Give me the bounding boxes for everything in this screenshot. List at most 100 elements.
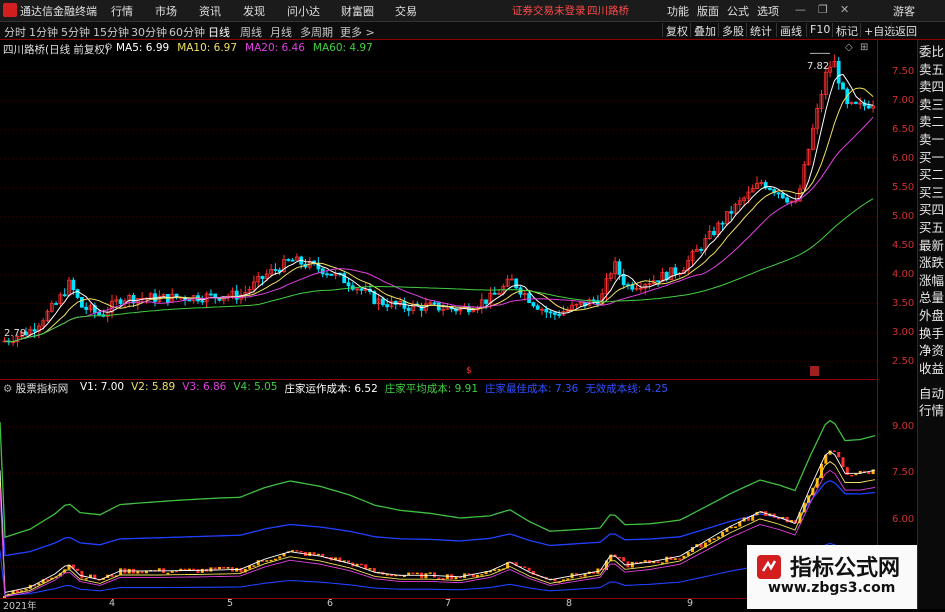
candlestick-chart[interactable]: $ bbox=[0, 40, 877, 380]
main-y-tick-3: 6.00 bbox=[892, 152, 915, 164]
indicator-bar bbox=[686, 552, 690, 556]
indicator-bar bbox=[312, 552, 316, 555]
period-5min[interactable]: 5分钟 bbox=[61, 24, 90, 40]
menu-news[interactable]: 资讯 bbox=[199, 3, 221, 19]
menu-ask[interactable]: 问小达 bbox=[287, 3, 320, 19]
candle-body bbox=[557, 314, 562, 316]
menu-function[interactable]: 功能 bbox=[667, 3, 689, 19]
indicator-bar bbox=[411, 572, 415, 575]
period-multi[interactable]: 多周期 bbox=[300, 24, 333, 40]
tool-mark[interactable]: 标记 bbox=[832, 23, 861, 38]
side-panel-item-2[interactable]: 卖四 bbox=[919, 79, 944, 94]
menu-trade[interactable]: 交易 bbox=[395, 3, 417, 19]
login-warning[interactable]: 证券交易未登录 bbox=[512, 3, 586, 18]
side-panel-item-0[interactable]: 委比 bbox=[919, 44, 944, 59]
side-panel-item-7[interactable]: 买二 bbox=[919, 167, 944, 182]
candle-body bbox=[768, 187, 772, 190]
tool-f10[interactable]: F10 bbox=[806, 23, 833, 37]
period-15min[interactable]: 15分钟 bbox=[93, 24, 129, 40]
side-panel-item-1[interactable]: 卖五 bbox=[919, 62, 944, 77]
minimize-icon[interactable]: — bbox=[795, 3, 806, 16]
invalid-cost-line bbox=[0, 542, 876, 597]
candle-body bbox=[544, 308, 549, 313]
event-badge bbox=[810, 366, 819, 376]
indicator-bar bbox=[192, 568, 196, 571]
indicator-chart[interactable] bbox=[0, 380, 877, 598]
period-intraday[interactable]: 分时 bbox=[4, 24, 26, 40]
sub-y-tick-2: 6.00 bbox=[892, 514, 915, 526]
period-monthly[interactable]: 月线 bbox=[270, 24, 292, 40]
period-more[interactable]: 更多 > bbox=[340, 24, 375, 40]
indicator-bar bbox=[523, 566, 527, 568]
indicator-bar bbox=[166, 572, 170, 575]
indicator-bar bbox=[187, 568, 191, 571]
side-panel-item-8[interactable]: 买三 bbox=[919, 185, 944, 200]
period-60min[interactable]: 60分钟 bbox=[169, 24, 205, 40]
indicator-bar bbox=[579, 575, 583, 578]
side-panel-item-5[interactable]: 卖一 bbox=[919, 132, 944, 147]
candle-body bbox=[329, 273, 334, 276]
period-daily[interactable]: 日线 bbox=[208, 24, 230, 40]
period-30min[interactable]: 30分钟 bbox=[131, 24, 167, 40]
period-weekly[interactable]: 周线 bbox=[240, 24, 262, 40]
menu-formula[interactable]: 公式 bbox=[727, 3, 749, 19]
candle-body bbox=[359, 288, 364, 291]
candle-body bbox=[699, 249, 703, 251]
menu-market[interactable]: 行情 bbox=[111, 3, 133, 19]
indicator-bar bbox=[218, 567, 221, 570]
tool-overlay[interactable]: 叠加 bbox=[690, 23, 719, 38]
menu-options[interactable]: 选项 bbox=[757, 3, 779, 19]
side-panel-sub-item-0[interactable]: 自动 bbox=[919, 386, 944, 401]
menu-wealth[interactable]: 财富圈 bbox=[341, 3, 374, 19]
candle-body bbox=[80, 297, 84, 308]
tool-statistics[interactable]: 统计 bbox=[746, 23, 775, 38]
side-panel-item-15[interactable]: 外盘 bbox=[919, 308, 944, 323]
indicator-bar bbox=[712, 538, 716, 540]
x-tick-2: 5 bbox=[227, 598, 234, 609]
menu-discover[interactable]: 发现 bbox=[243, 3, 265, 19]
indicator-bar bbox=[265, 560, 269, 562]
tool-back[interactable]: 返回 bbox=[891, 23, 920, 38]
indicator-bar bbox=[678, 558, 682, 560]
side-panel-item-11[interactable]: 最新 bbox=[919, 238, 944, 253]
tool-draw[interactable]: 画线 bbox=[776, 23, 805, 38]
side-panel-item-10[interactable]: 买五 bbox=[919, 220, 944, 235]
candle-body bbox=[656, 280, 660, 283]
side-panel-item-14[interactable]: 总量 bbox=[919, 290, 944, 305]
tool-multi-stock[interactable]: 多股 bbox=[718, 23, 747, 38]
maximize-icon[interactable]: ❐ bbox=[818, 3, 828, 16]
candle-body bbox=[776, 192, 781, 195]
close-icon[interactable]: ✕ bbox=[840, 3, 849, 16]
side-panel-item-6[interactable]: 买一 bbox=[919, 150, 944, 165]
watermark-logo-icon bbox=[757, 555, 781, 579]
candle-body bbox=[325, 273, 329, 276]
candle-body bbox=[712, 230, 716, 236]
indicator-bar bbox=[368, 568, 372, 570]
indicator-bar bbox=[497, 568, 501, 571]
side-panel-item-17[interactable]: 净资 bbox=[919, 343, 944, 358]
side-panel-item-12[interactable]: 涨跌 bbox=[919, 255, 944, 270]
candle-body bbox=[32, 329, 37, 332]
guest-user[interactable]: 游客 bbox=[893, 3, 915, 19]
candle-body bbox=[780, 193, 785, 199]
candle-body bbox=[836, 60, 841, 84]
candle-body bbox=[509, 278, 514, 281]
main-y-tick-7: 4.00 bbox=[892, 268, 915, 280]
indicator-bar bbox=[24, 588, 28, 591]
menu-layout[interactable]: 版面 bbox=[697, 3, 719, 19]
side-panel-item-3[interactable]: 卖三 bbox=[919, 97, 944, 112]
menu-exchange[interactable]: 市场 bbox=[155, 3, 177, 19]
period-1min[interactable]: 1分钟 bbox=[29, 24, 58, 40]
side-panel-item-4[interactable]: 卖二 bbox=[919, 114, 944, 129]
indicator-bar bbox=[299, 551, 303, 553]
indicator-bar bbox=[433, 572, 436, 578]
tool-adjust[interactable]: 复权 bbox=[662, 23, 691, 38]
indicator-bar bbox=[424, 573, 428, 579]
side-panel-item-9[interactable]: 买四 bbox=[919, 202, 944, 217]
side-panel-item-16[interactable]: 换手 bbox=[919, 326, 944, 341]
side-panel-item-18[interactable]: 收益 bbox=[919, 361, 944, 376]
side-panel-item-13[interactable]: 涨幅 bbox=[919, 273, 944, 288]
side-panel-sub-item-1[interactable]: 行情 bbox=[919, 403, 944, 418]
sub-y-tick-1: 7.50 bbox=[892, 467, 915, 479]
main-y-tick-2: 6.50 bbox=[892, 123, 915, 135]
